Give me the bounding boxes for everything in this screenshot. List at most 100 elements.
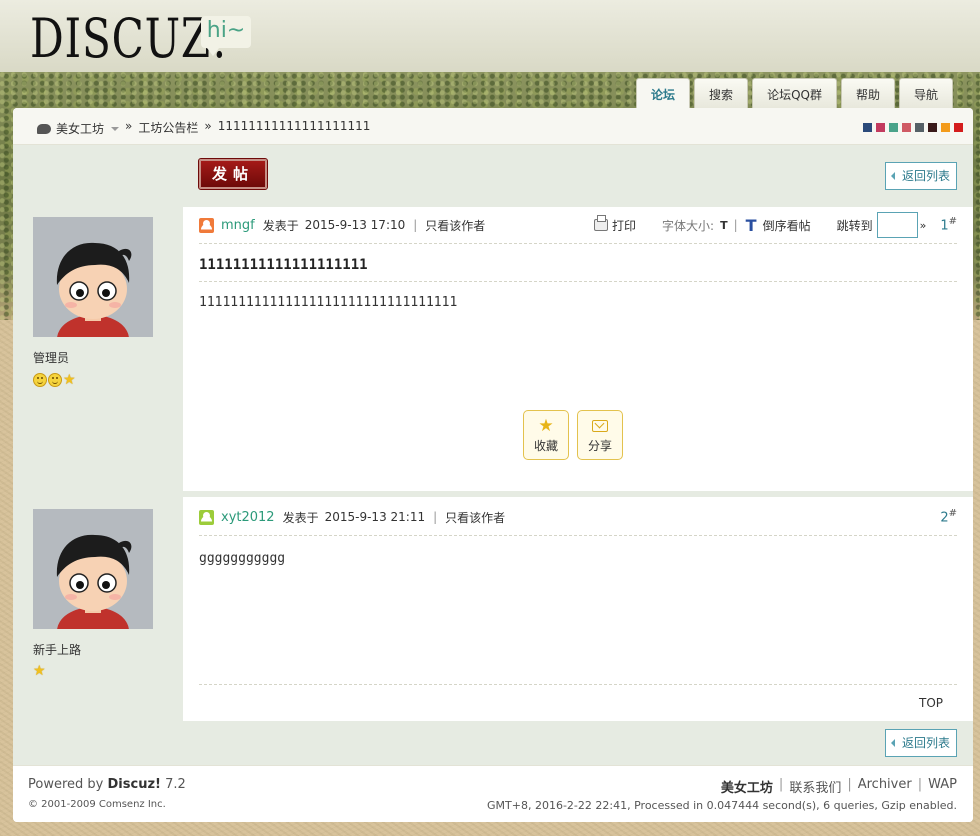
font-size-large-button[interactable]: T	[746, 216, 757, 235]
cartoon-avatar-icon	[33, 217, 153, 337]
post-1: mngf 发表于 2015-9-13 17:10 | 只看该作者 打印 字体大小…	[183, 207, 973, 491]
tab-forum[interactable]: 论坛	[636, 78, 691, 110]
avatar[interactable]	[33, 509, 153, 629]
cartoon-avatar-icon	[33, 509, 153, 629]
star-icon: ★	[33, 663, 46, 679]
jump-to-floor-input[interactable]	[876, 212, 918, 238]
chevron-down-icon	[111, 126, 120, 131]
floor-number-value: 1	[940, 218, 949, 234]
printer-icon	[594, 215, 609, 231]
post-timestamp: 2015-9-13 21:11	[324, 510, 426, 524]
reverse-order-link[interactable]: 倒序看帖	[763, 217, 811, 234]
theme-swatch[interactable]	[954, 123, 963, 132]
footer-link-contact[interactable]: 联系我们	[789, 777, 841, 796]
print-button[interactable]: 打印	[594, 215, 637, 234]
footer-links: 美女工坊 | 联系我们 | Archiver | WAP	[721, 777, 957, 796]
post-body: 111111111111111111111111111111111	[199, 295, 458, 310]
post-author[interactable]: mngf	[221, 218, 255, 233]
toolbar-top: 发帖 返回列表	[183, 145, 973, 207]
share-button[interactable]: 分享	[577, 410, 623, 460]
toolbar-side-cell	[13, 145, 183, 207]
back-to-top-link[interactable]: TOP	[919, 696, 943, 710]
breadcrumb-separator: »	[125, 119, 133, 133]
user-online-icon	[199, 217, 214, 233]
divider: |	[917, 777, 923, 792]
post-2: xyt2012 发表于 2015-9-13 21:11 | 只看该作者 2# g…	[183, 497, 973, 721]
copyright: © 2001-2009 Comsenz Inc.	[28, 799, 166, 810]
post-2-author-panel: 新手上路 ★	[13, 497, 183, 721]
floor-hash: #	[948, 216, 957, 228]
theme-swatch[interactable]	[889, 123, 898, 132]
theme-swatch[interactable]	[915, 123, 924, 132]
tab-navigation[interactable]: 导航	[898, 78, 953, 108]
powered-by: Powered by Discuz! 7.2	[28, 777, 186, 792]
new-post-button[interactable]: 发帖	[198, 158, 268, 190]
post-subject: 11111111111111111111	[199, 257, 368, 273]
divider: |	[433, 510, 438, 524]
user-role: 管理员	[33, 351, 70, 365]
body-bottom-divider	[199, 684, 957, 685]
return-to-list-button[interactable]: 返回列表	[885, 162, 957, 190]
post-timestamp: 2015-9-13 17:10	[304, 218, 406, 232]
main-nav: 论坛 搜索 论坛QQ群 帮助 导航	[636, 78, 953, 110]
favorite-button[interactable]: ★ 收藏	[523, 410, 569, 460]
jump-to-label: 跳转到	[836, 218, 873, 233]
post-body: ggggggggggg	[199, 551, 286, 566]
header-divider	[199, 535, 957, 536]
smile-icon	[48, 373, 62, 387]
powered-brand-link[interactable]: Discuz!	[108, 777, 161, 792]
star-icon: ★	[538, 416, 554, 436]
only-this-author-link[interactable]: 只看该作者	[445, 509, 505, 526]
post-2-header: xyt2012 发表于 2015-9-13 21:11 | 只看该作者 2#	[199, 507, 957, 527]
font-size-label: 字体大小:	[662, 218, 715, 233]
star-icon: ★	[63, 372, 76, 388]
posted-label: 发表于	[282, 510, 319, 525]
user-role: 新手上路	[33, 643, 82, 657]
main-container: 美女工坊 » 工坊公告栏 » 11111111111111111111 发帖 返…	[13, 108, 973, 822]
post-tools: 2#	[926, 507, 957, 527]
floor-number[interactable]: 1#	[940, 216, 957, 233]
breadcrumb-separator: »	[204, 119, 212, 133]
toolbar-bottom: 返回列表	[183, 721, 973, 765]
footer-link-site[interactable]: 美女工坊	[721, 777, 773, 796]
avatar[interactable]	[33, 217, 153, 337]
theme-swatch[interactable]	[902, 123, 911, 132]
divider: |	[413, 218, 418, 232]
divider: |	[847, 777, 852, 792]
jump-go-button[interactable]: »	[920, 219, 927, 232]
font-size-small-button[interactable]: T	[720, 219, 728, 232]
floor-number-value: 2	[940, 510, 949, 526]
user-rank-badges: ★	[33, 664, 46, 678]
posted-label: 发表于	[262, 218, 299, 233]
footer: Powered by Discuz! 7.2 © 2001-2009 Comse…	[13, 765, 973, 822]
theme-swatch[interactable]	[876, 123, 885, 132]
footer-link-wap[interactable]: WAP	[928, 777, 957, 796]
theme-swatch[interactable]	[863, 123, 872, 132]
breadcrumb-path: » 工坊公告栏 » 11111111111111111111	[125, 119, 370, 136]
powered-version: 7.2	[165, 777, 186, 792]
tab-search[interactable]: 搜索	[694, 78, 749, 108]
theme-swatch[interactable]	[941, 123, 950, 132]
only-this-author-link[interactable]: 只看该作者	[425, 217, 485, 234]
breadcrumb-home-label: 美女工坊	[56, 122, 105, 136]
divider: |	[733, 218, 738, 232]
breadcrumb-forum-link[interactable]: 工坊公告栏	[138, 119, 198, 136]
processing-stats: GMT+8, 2016-2-22 22:41, Processed in 0.0…	[487, 799, 957, 812]
user-online-icon	[199, 509, 214, 525]
theme-swatch[interactable]	[928, 123, 937, 132]
site-logo[interactable]: DISCUZ!	[30, 6, 229, 72]
powered-prefix: Powered by	[28, 777, 104, 792]
tab-qq-group[interactable]: 论坛QQ群	[752, 78, 837, 108]
return-to-list-button[interactable]: 返回列表	[885, 729, 957, 757]
print-label: 打印	[612, 218, 637, 233]
speech-bubble-icon	[37, 123, 51, 134]
greeting-bubble: hi~	[201, 16, 251, 56]
breadcrumb-home[interactable]: 美女工坊	[37, 120, 120, 137]
favorite-label: 收藏	[533, 439, 558, 453]
post-author[interactable]: xyt2012	[221, 510, 275, 525]
toolbar-bottom-side-cell	[13, 721, 183, 765]
tab-help[interactable]: 帮助	[840, 78, 895, 108]
share-envelope-icon	[592, 420, 608, 432]
floor-number[interactable]: 2#	[940, 508, 957, 525]
footer-link-archiver[interactable]: Archiver	[858, 777, 912, 796]
